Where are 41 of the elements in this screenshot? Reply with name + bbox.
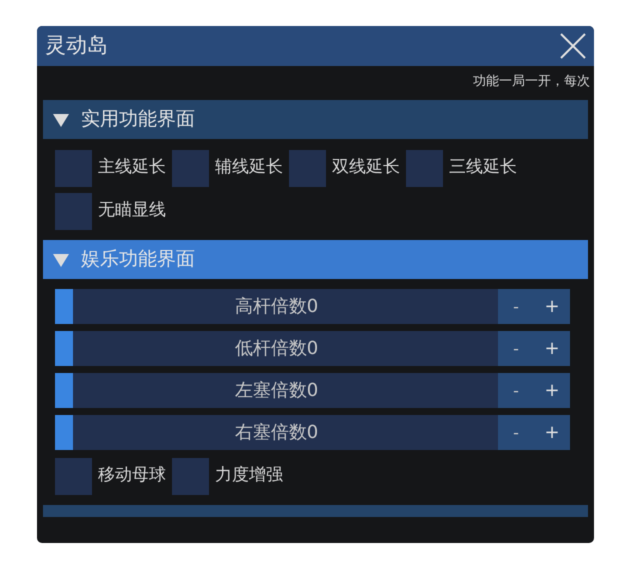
slider-thumb[interactable] — [55, 331, 73, 366]
increment-button[interactable]: + — [534, 373, 570, 408]
increment-button[interactable]: + — [534, 289, 570, 324]
checkbox-label: 移动母球 — [98, 464, 166, 488]
slider-label: 左塞倍数0 — [234, 379, 318, 403]
checkbox-label: 力度增强 — [215, 464, 283, 488]
checkbox[interactable] — [172, 458, 209, 494]
checkbox[interactable] — [289, 150, 326, 186]
checkbox[interactable] — [55, 150, 92, 186]
checkbox[interactable] — [172, 150, 209, 186]
window-title: 灵动岛 — [45, 32, 108, 60]
decrement-button[interactable]: - — [498, 289, 534, 324]
decrement-button[interactable]: - — [498, 415, 534, 450]
slider-thumb[interactable] — [55, 289, 73, 324]
triangle-down-icon — [53, 112, 69, 128]
checkbox[interactable] — [55, 458, 92, 494]
triangle-down-icon — [53, 252, 69, 268]
slider-label: 低杆倍数0 — [234, 337, 318, 361]
checkbox-label: 主线延长 — [98, 156, 166, 180]
slider-track[interactable]: 低杆倍数0 — [55, 331, 498, 366]
increment-button[interactable]: + — [534, 331, 570, 366]
close-icon[interactable] — [560, 33, 586, 59]
checkbox[interactable] — [55, 192, 92, 230]
slider-track[interactable]: 右塞倍数0 — [55, 415, 498, 450]
slider-label: 高杆倍数0 — [234, 295, 318, 319]
increment-button[interactable]: + — [534, 415, 570, 450]
slider-label: 右塞倍数0 — [234, 421, 318, 445]
slider-track[interactable]: 高杆倍数0 — [55, 289, 498, 324]
checkbox-label: 双线延长 — [332, 156, 400, 180]
checkbox-label: 无瞄显线 — [98, 199, 166, 222]
checkbox-label: 辅线延长 — [215, 156, 283, 180]
section-header[interactable]: 实用功能界面 — [43, 100, 588, 139]
slider-thumb[interactable] — [55, 415, 73, 450]
slider-thumb[interactable] — [55, 373, 73, 408]
section-header[interactable]: 娱乐功能界面 — [43, 240, 588, 279]
decrement-button[interactable]: - — [498, 331, 534, 366]
checkbox-label: 三线延长 — [449, 156, 517, 180]
decrement-button[interactable]: - — [498, 373, 534, 408]
note-text: 功能一局一开，每次 — [473, 73, 590, 91]
slider-track[interactable]: 左塞倍数0 — [55, 373, 498, 408]
checkbox[interactable] — [406, 150, 443, 186]
